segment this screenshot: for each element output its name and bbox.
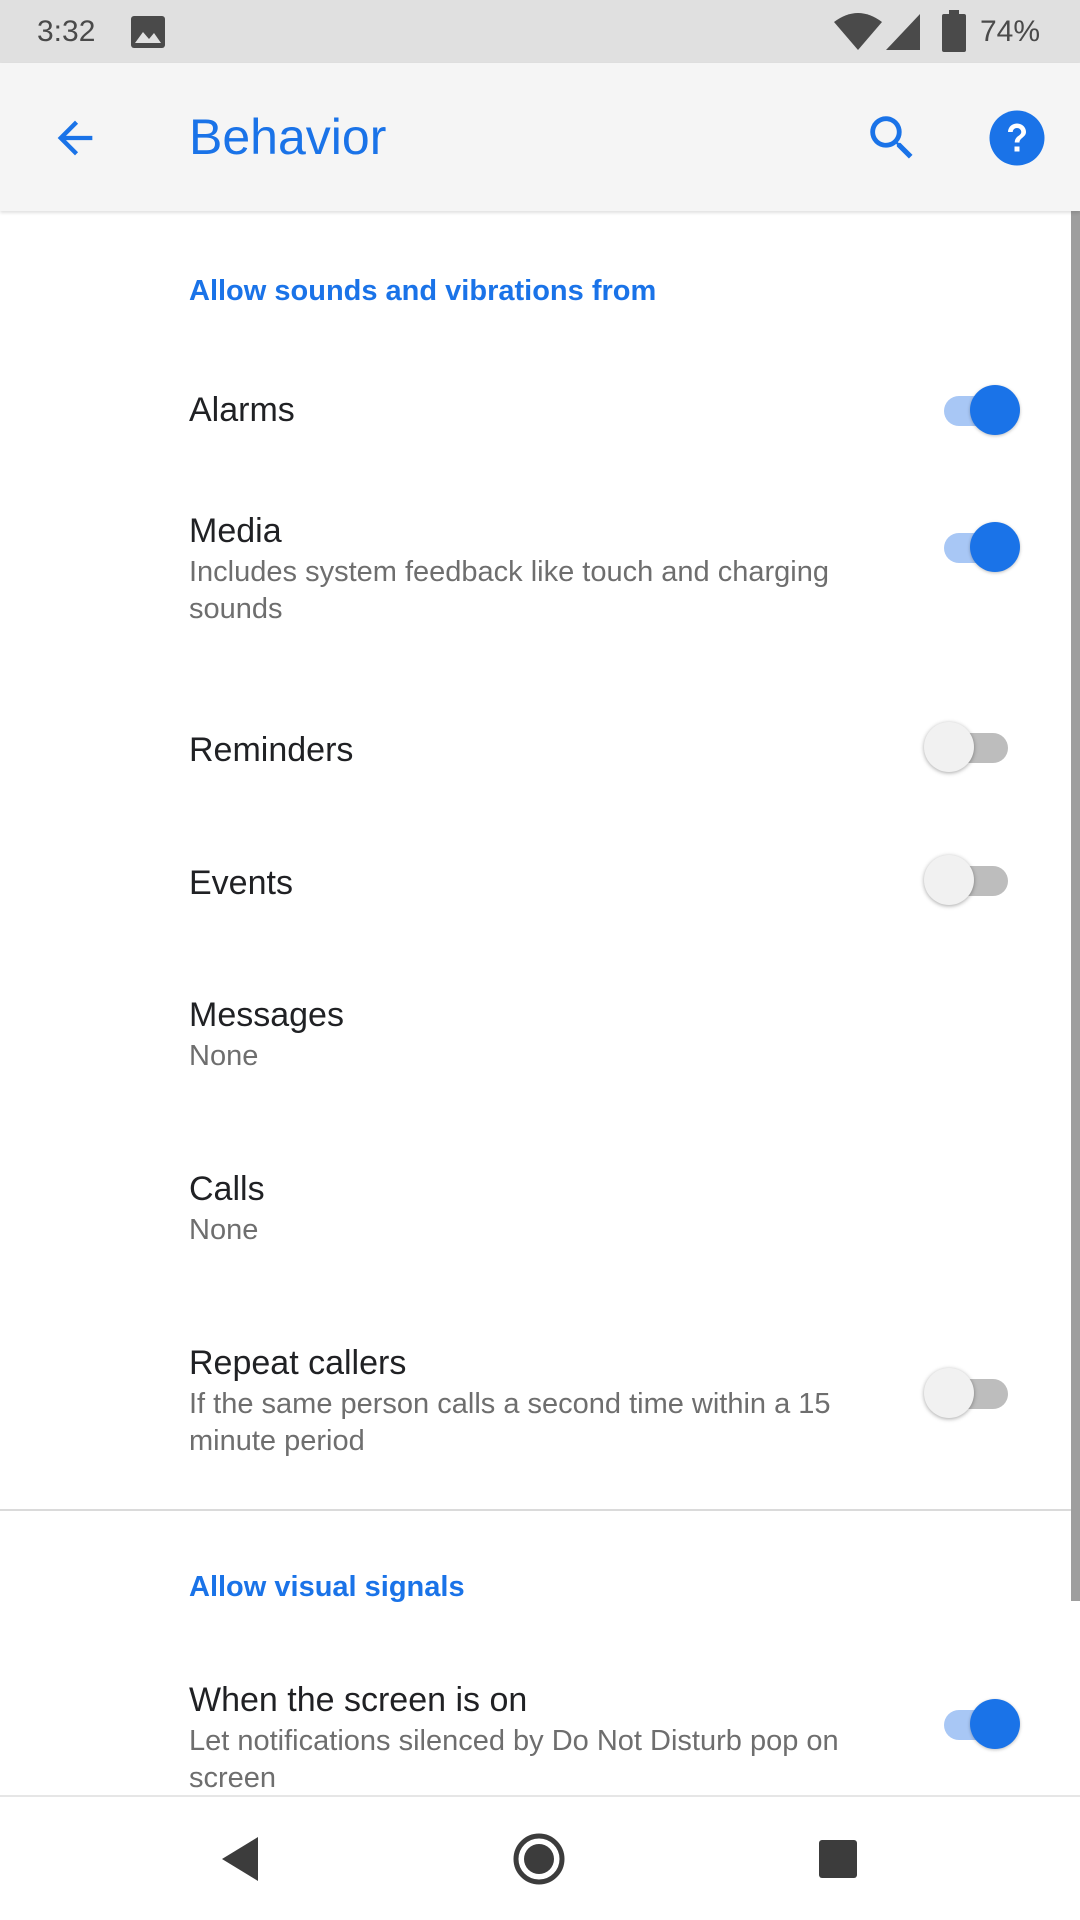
setting-row-screen-on[interactable]: When the screen is on Let notifications … [0,1654,1070,1795]
setting-row-messages[interactable]: Messages None [0,969,1070,1109]
switch-thumb [970,385,1020,435]
switch-thumb [970,1699,1020,1749]
switch-thumb [924,722,974,772]
help-icon [989,110,1045,166]
setting-subtitle: Includes system feedback like touch and … [189,556,829,625]
alarms-switch[interactable] [930,380,1020,440]
nav-home-icon[interactable] [507,1827,571,1891]
back-arrow-icon [57,120,93,156]
search-icon [870,116,913,159]
battery-icon [942,10,966,52]
setting-subtitle: If the same person calls a second time w… [189,1388,831,1457]
image-icon [131,16,165,48]
nav-back-icon[interactable] [210,1827,274,1891]
section-divider [0,1509,1080,1511]
setting-title: Repeat callers [189,1344,407,1382]
help-button[interactable] [980,101,1054,175]
status-time: 3:32 [37,15,96,48]
setting-row-events[interactable]: Events [0,821,1070,939]
switch-thumb [970,522,1020,572]
section-header-visual: Allow visual signals [189,1571,465,1603]
screen-on-switch[interactable] [930,1694,1020,1754]
back-button[interactable] [40,103,110,173]
setting-subtitle: None [189,1040,259,1072]
setting-subtitle: None [189,1214,259,1246]
setting-title: Reminders [189,731,354,769]
page-title: Behavior [189,109,387,165]
repeat-callers-switch[interactable] [924,1363,1014,1423]
status-bar: 3:32 74% [0,0,1080,63]
setting-title: Media [189,512,282,550]
setting-title: Alarms [189,391,295,429]
battery-level: 74% [980,15,1041,48]
nav-recents-icon[interactable] [806,1827,870,1891]
setting-row-reminders[interactable]: Reminders [0,688,1070,806]
navigation-bar [0,1795,1080,1920]
search-button[interactable] [855,101,929,175]
settings-list[interactable]: Allow sounds and vibrations from Alarms … [0,211,1080,1795]
switch-thumb [924,1368,974,1418]
wifi-icon [834,13,882,50]
setting-subtitle: Let notifications silenced by Do Not Dis… [189,1725,839,1794]
section-header-sounds: Allow sounds and vibrations from [189,275,657,307]
setting-row-media[interactable]: Media Includes system feedback like touc… [0,488,1070,656]
media-switch[interactable] [930,517,1020,577]
reminders-switch[interactable] [924,717,1014,777]
switch-thumb [924,855,974,905]
setting-title: When the screen is on [189,1681,528,1719]
setting-row-calls[interactable]: Calls None [0,1143,1070,1283]
setting-row-repeat-callers[interactable]: Repeat callers If the same person calls … [0,1317,1070,1487]
signal-icon [886,14,920,50]
setting-title: Messages [189,996,344,1034]
setting-title: Events [189,864,293,902]
scrollbar[interactable] [1071,211,1080,1601]
setting-row-alarms[interactable]: Alarms [0,351,1070,469]
events-switch[interactable] [924,850,1014,910]
app-bar: Behavior [0,63,1080,211]
setting-title: Calls [189,1170,265,1208]
